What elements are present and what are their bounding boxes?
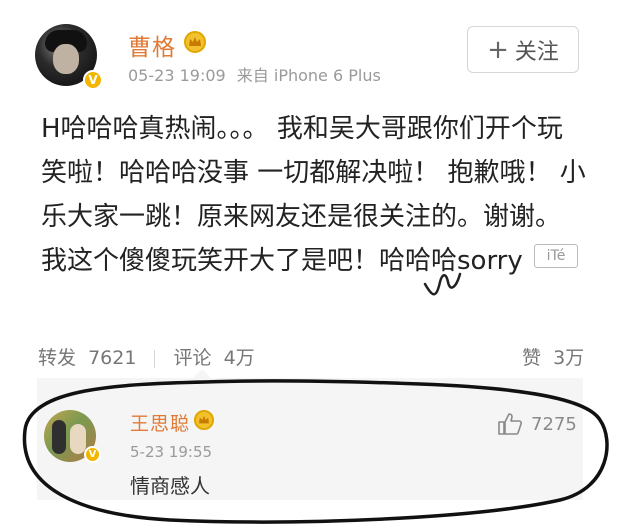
repost-count: 7621 xyxy=(88,347,137,369)
like-count: 3万 xyxy=(553,347,585,369)
avatar-figure-1 xyxy=(52,420,66,454)
comment-like-button[interactable]: 7275 xyxy=(497,412,577,436)
like-label: 赞 xyxy=(522,347,542,369)
repost-button[interactable]: 转发 7621 xyxy=(38,347,142,369)
watermark: iTé xyxy=(534,244,578,268)
post-text: H哈哈哈真热闹。。。 我和吴大哥跟你们开个玩笑啦！哈哈哈没事 一切都解决啦！ 抱… xyxy=(41,114,586,276)
crown-icon-shape xyxy=(199,415,209,424)
author-name[interactable]: 曹格 xyxy=(128,28,176,62)
avatar-face xyxy=(53,44,79,74)
action-bar: 转发 7621 评论 4万 xyxy=(38,343,255,370)
scribble-doodle xyxy=(423,272,462,296)
comment-count: 4万 xyxy=(223,347,255,369)
post-source: 来自 iPhone 6 Plus xyxy=(236,66,381,85)
crown-icon xyxy=(184,31,206,53)
commenter-name[interactable]: 王思聪 xyxy=(130,409,190,436)
comment-text: 情商感人 xyxy=(130,474,210,498)
comment-date: 5-23 19:55 xyxy=(130,443,213,461)
post-date: 05-23 19:09 xyxy=(128,66,226,85)
thumbs-up-icon xyxy=(498,413,522,435)
verified-badge-icon: V xyxy=(84,446,101,463)
follow-button[interactable]: + 关注 xyxy=(467,26,579,73)
like-button[interactable]: 赞 3万 xyxy=(522,343,584,370)
avatar-figure-2 xyxy=(70,424,86,454)
crown-icon-shape xyxy=(189,37,201,46)
comment-card xyxy=(37,378,583,500)
divider xyxy=(154,349,156,368)
crown-icon xyxy=(194,410,214,430)
comment-label: 评论 xyxy=(173,347,212,369)
follow-label: 关注 xyxy=(514,39,559,65)
post-meta: 05-23 19:09 来自 iPhone 6 Plus xyxy=(128,62,381,86)
verified-badge-icon: V xyxy=(83,70,103,90)
plus-icon: + xyxy=(487,34,509,65)
comment-like-count: 7275 xyxy=(531,413,577,435)
repost-label: 转发 xyxy=(38,347,77,369)
comment-button[interactable]: 评论 4万 xyxy=(174,347,255,369)
